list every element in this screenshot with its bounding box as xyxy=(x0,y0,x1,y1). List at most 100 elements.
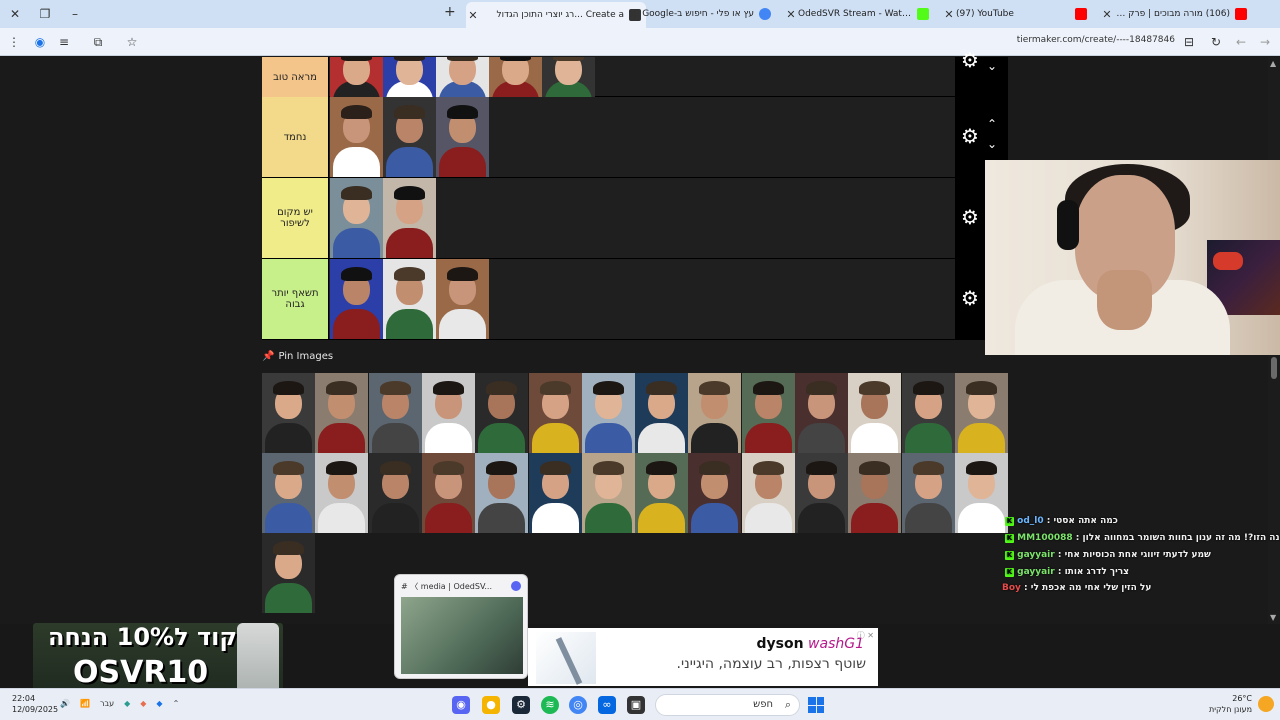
restore-window-icon[interactable]: ❐ xyxy=(34,4,56,24)
pool-image[interactable] xyxy=(741,453,795,533)
pool-image[interactable] xyxy=(368,453,422,533)
pool-image[interactable] xyxy=(315,373,369,453)
pool-image[interactable] xyxy=(688,373,742,453)
tier-image[interactable] xyxy=(489,57,542,97)
weather-widget[interactable]: 26°C מעונן חלקית xyxy=(1209,693,1252,715)
discord-notification[interactable]: # 〈 media | OdedSV... xyxy=(394,574,528,679)
reload-icon[interactable]: ↻ xyxy=(1208,34,1224,50)
pool-image[interactable] xyxy=(262,453,315,533)
tier-image[interactable] xyxy=(330,178,383,258)
dyson-ad[interactable]: ⓘ ✕ dyson washG1 שוטף רצפות, רב עוצמה, ה… xyxy=(528,628,878,686)
tier-image[interactable] xyxy=(330,97,383,177)
close-tab-icon[interactable]: ✕ xyxy=(1100,8,1114,21)
close-tab-icon[interactable]: ✕ xyxy=(942,8,956,21)
pool-image[interactable] xyxy=(901,373,955,453)
tier-image[interactable] xyxy=(542,57,595,97)
pool-image[interactable] xyxy=(848,373,902,453)
forward-arrow-icon[interactable]: → xyxy=(1257,34,1273,50)
taskbar-search[interactable]: חפש ⌕ xyxy=(655,694,800,716)
tab-tiermaker[interactable]: ✕ Create a ...רג יוצרי התוכן הגדול xyxy=(466,2,646,28)
spotify-taskbar-icon[interactable]: ≋ xyxy=(541,696,559,714)
tier-image[interactable] xyxy=(436,57,489,97)
close-tab-icon[interactable]: ✕ xyxy=(784,8,798,21)
pool-image[interactable] xyxy=(581,373,635,453)
tier-label[interactable]: תשאף יותר גבוה xyxy=(262,259,329,339)
pool-image[interactable] xyxy=(528,453,582,533)
new-tab-button[interactable]: + xyxy=(444,4,456,20)
pool-image[interactable] xyxy=(421,453,475,533)
tab-google-search[interactable]: ✕ עץ או פלי - חיפוש ב-Google xyxy=(626,4,776,24)
pool-image[interactable] xyxy=(635,453,689,533)
tier-settings-gear-icon[interactable]: ⚙ xyxy=(959,206,981,228)
tier-label[interactable]: נחמד xyxy=(262,97,329,177)
pool-image[interactable] xyxy=(741,373,795,453)
move-tier-down-icon[interactable]: ⌄ xyxy=(987,137,997,151)
menu-dots-icon[interactable]: ⋮ xyxy=(6,34,22,50)
tier-settings-gear-icon[interactable]: ⚙ xyxy=(959,287,981,309)
tier-image[interactable] xyxy=(436,259,489,339)
tray-app-icon[interactable]: ◆ xyxy=(156,699,162,708)
tray-app-icon[interactable]: ◆ xyxy=(124,699,130,708)
pool-image[interactable] xyxy=(795,453,848,533)
minimize-window-icon[interactable]: – xyxy=(64,4,86,24)
windows-start-icon[interactable] xyxy=(808,697,824,713)
speaker-icon[interactable]: 🔊 xyxy=(60,699,70,708)
pool-image[interactable] xyxy=(262,533,315,613)
tab-youtube[interactable]: ✕ (97) YouTube xyxy=(942,4,1092,24)
steam-taskbar-icon[interactable]: ⚙ xyxy=(512,696,530,714)
pool-image[interactable] xyxy=(581,453,635,533)
tier-image[interactable] xyxy=(383,259,436,339)
discord-taskbar-icon[interactable]: ◉ xyxy=(452,696,470,714)
taskbar-clock[interactable]: 22:04 12/09/2025 xyxy=(12,693,58,715)
close-tab-icon[interactable]: ✕ xyxy=(466,9,480,22)
app-taskbar-icon[interactable]: ● xyxy=(482,696,500,714)
pool-image[interactable] xyxy=(421,373,475,453)
pool-image[interactable] xyxy=(635,373,689,453)
tab-search-icon[interactable]: ⊟ xyxy=(1181,34,1197,50)
pool-image[interactable] xyxy=(688,453,742,533)
move-tier-down-icon[interactable]: ⌄ xyxy=(987,59,997,73)
scroll-down-icon[interactable]: ▼ xyxy=(1270,613,1276,622)
close-tab-icon[interactable]: ✕ xyxy=(626,8,640,21)
pool-image[interactable] xyxy=(475,373,529,453)
scrollbar-thumb[interactable] xyxy=(1271,357,1277,379)
tier-image[interactable] xyxy=(383,57,436,97)
tray-app-icon[interactable]: ◆ xyxy=(140,699,146,708)
tier-label[interactable]: מראה טוב xyxy=(262,57,329,97)
file-explorer-taskbar-icon[interactable]: ▣ xyxy=(627,696,645,714)
move-tier-up-icon[interactable]: ⌃ xyxy=(987,117,997,131)
tier-image[interactable] xyxy=(383,178,436,258)
discord-media-preview[interactable] xyxy=(401,597,523,674)
back-arrow-icon[interactable]: ← xyxy=(1233,34,1249,50)
tier-label[interactable]: יש מקום לשיפור xyxy=(262,178,329,258)
profile-icon[interactable]: ◉ xyxy=(32,34,48,50)
scroll-up-icon[interactable]: ▲ xyxy=(1270,59,1276,68)
tier-settings-gear-icon[interactable]: ⚙ xyxy=(959,49,981,71)
tab-kick-stream[interactable]: ✕ OdedSVR Stream - Watch Live xyxy=(784,4,934,24)
close-window-icon[interactable]: ✕ xyxy=(4,4,26,24)
extensions-icon[interactable]: ≡ xyxy=(56,34,72,50)
pool-image[interactable] xyxy=(848,453,902,533)
tier-image[interactable] xyxy=(330,57,383,97)
tab-youtube-video[interactable]: ✕ (106) מורה מבוכים | פרק 1: ההג xyxy=(1100,4,1252,24)
pool-image[interactable] xyxy=(475,453,529,533)
pool-image[interactable] xyxy=(954,453,1008,533)
meta-taskbar-icon[interactable]: ∞ xyxy=(598,696,616,714)
pool-image[interactable] xyxy=(795,373,848,453)
puzzle-icon[interactable]: ⧉ xyxy=(90,34,106,50)
address-bar[interactable]: tiermaker.com/create/----18487846 xyxy=(960,35,1175,45)
tier-image[interactable] xyxy=(330,259,383,339)
pool-image[interactable] xyxy=(368,373,422,453)
language-indicator[interactable]: עבר xyxy=(100,699,114,708)
bookmark-star-icon[interactable]: ☆ xyxy=(124,34,140,50)
pool-image[interactable] xyxy=(901,453,955,533)
chrome-taskbar-icon[interactable]: ◎ xyxy=(569,696,587,714)
pool-image[interactable] xyxy=(262,373,315,453)
tier-image[interactable] xyxy=(383,97,436,177)
pool-image[interactable] xyxy=(315,453,369,533)
pool-image[interactable] xyxy=(528,373,582,453)
tier-settings-gear-icon[interactable]: ⚙ xyxy=(959,125,981,147)
pool-image[interactable] xyxy=(954,373,1008,453)
tray-expand-icon[interactable]: ⌃ xyxy=(173,699,180,708)
tier-image[interactable] xyxy=(436,97,489,177)
